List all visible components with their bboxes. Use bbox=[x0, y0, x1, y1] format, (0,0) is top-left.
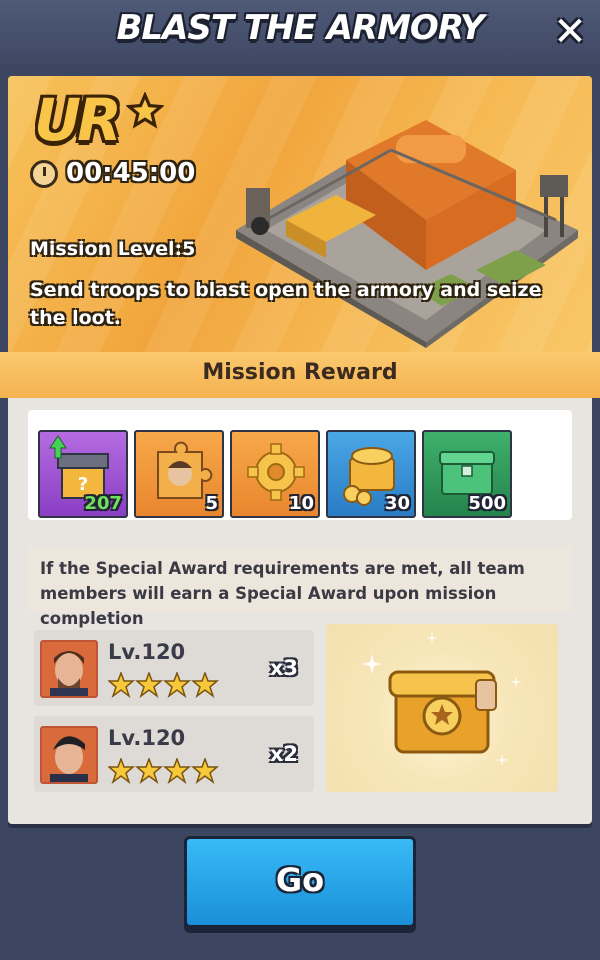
requirement-row: Lv.120 x2 bbox=[34, 716, 314, 792]
requirement-multiplier: x3 bbox=[269, 656, 298, 680]
close-icon[interactable]: ✕ bbox=[548, 10, 592, 54]
rank-star-icon bbox=[126, 92, 164, 129]
requirement-multiplier: x2 bbox=[269, 742, 298, 766]
reward-list: ? 207 5 10 30 500 bbox=[28, 410, 572, 520]
clock-icon bbox=[30, 160, 58, 188]
requirement-row: Lv.120 x3 bbox=[34, 630, 314, 706]
mission-description: Send troops to blast open the armory and… bbox=[30, 279, 542, 329]
star-rating bbox=[106, 670, 220, 702]
star-rating bbox=[106, 756, 220, 788]
reward-qty: 5 bbox=[205, 493, 218, 514]
rank-badge: UR bbox=[34, 86, 122, 154]
mission-level: Mission Level:5 bbox=[30, 238, 196, 260]
reward-item-green-crate[interactable]: 500 bbox=[422, 430, 512, 518]
svg-text:?: ? bbox=[78, 474, 88, 495]
reward-qty: 10 bbox=[288, 493, 314, 514]
reward-ribbon: Mission Reward bbox=[0, 352, 600, 398]
reward-qty: 500 bbox=[468, 493, 506, 514]
go-button-label: Go bbox=[275, 861, 325, 899]
reward-qty: 30 bbox=[384, 493, 410, 514]
mission-timer: 00:45:00 bbox=[66, 158, 196, 188]
hero-level: Lv.120 bbox=[108, 726, 186, 750]
mission-banner: UR 00:45:00 Mission Level:5 Send troops … bbox=[8, 76, 592, 356]
reward-item-gold-coins[interactable]: 30 bbox=[326, 430, 416, 518]
golden-chest-icon bbox=[362, 632, 522, 766]
reward-qty: 207 bbox=[84, 493, 122, 514]
special-award-note: If the Special Award requirements are me… bbox=[28, 546, 572, 628]
hero-level: Lv.120 bbox=[108, 640, 186, 664]
special-award-chest[interactable] bbox=[326, 624, 558, 792]
hero-portrait-avatar bbox=[40, 726, 98, 784]
title-bar: BLAST THE ARMORY ✕ bbox=[0, 0, 600, 64]
special-award-text: If the Special Award requirements are me… bbox=[40, 559, 525, 628]
reward-title: Mission Reward bbox=[202, 360, 398, 385]
page-title: BLAST THE ARMORY bbox=[116, 8, 484, 48]
reward-item-gear[interactable]: 10 bbox=[230, 430, 320, 518]
reward-item-hero-puzzle[interactable]: 5 bbox=[134, 430, 224, 518]
go-button[interactable]: Go bbox=[184, 836, 416, 928]
reward-item-mystery-chest[interactable]: ? 207 bbox=[38, 430, 128, 518]
hero-portrait-avatar bbox=[40, 640, 98, 698]
mission-panel: UR 00:45:00 Mission Level:5 Send troops … bbox=[0, 76, 600, 824]
